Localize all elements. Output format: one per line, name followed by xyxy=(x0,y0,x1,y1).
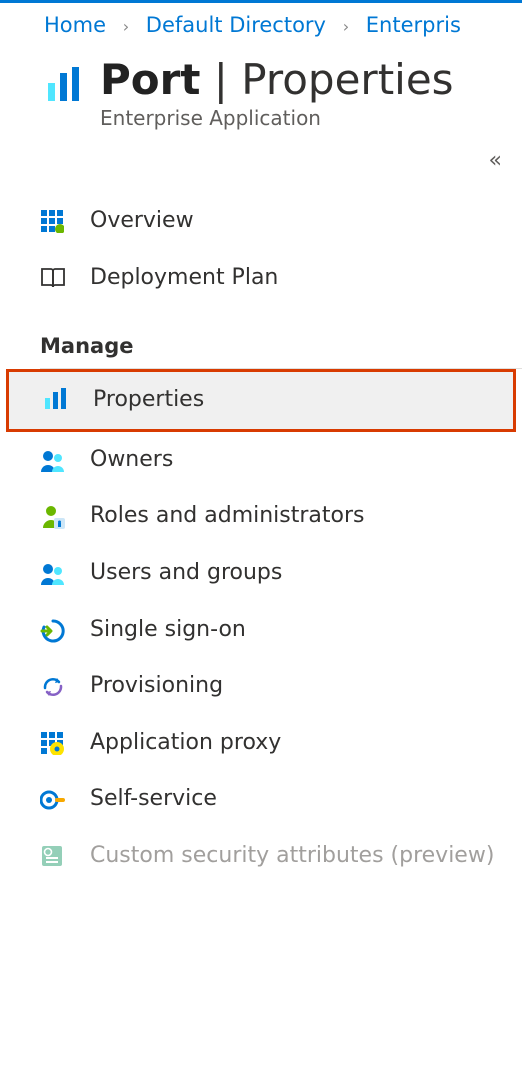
self-service-icon xyxy=(40,785,76,813)
nav-label: Custom security attributes (preview) xyxy=(76,842,494,871)
nav-label: Roles and administrators xyxy=(76,502,365,531)
breadcrumb-separator: › xyxy=(333,17,359,36)
nav-custom-security-attributes: Custom security attributes (preview) xyxy=(0,828,522,885)
nav-single-sign-on[interactable]: Single sign-on xyxy=(0,602,522,659)
nav-application-proxy[interactable]: Application proxy xyxy=(0,715,522,772)
breadcrumb-directory[interactable]: Default Directory xyxy=(146,13,326,37)
nav-roles[interactable]: Roles and administrators xyxy=(0,488,522,545)
breadcrumb: Home › Default Directory › Enterpris xyxy=(0,3,522,49)
nav-properties[interactable]: Properties xyxy=(6,369,516,432)
nav-self-service[interactable]: Self-service xyxy=(0,771,522,828)
owners-icon xyxy=(40,446,76,474)
sso-icon xyxy=(40,616,76,644)
nav-users-groups[interactable]: Users and groups xyxy=(0,545,522,602)
nav-label: Single sign-on xyxy=(76,616,246,645)
provisioning-icon xyxy=(40,672,76,700)
collapse-sidebar-button[interactable]: « xyxy=(0,130,522,173)
nav-label: Overview xyxy=(76,207,194,236)
nav-label: Deployment Plan xyxy=(76,264,278,293)
breadcrumb-separator: › xyxy=(113,17,139,36)
app-icon xyxy=(44,55,100,105)
section-manage-header: Manage xyxy=(0,306,522,368)
proxy-icon xyxy=(40,729,76,755)
properties-icon xyxy=(43,386,79,412)
nav-label: Owners xyxy=(76,446,173,475)
nav-provisioning[interactable]: Provisioning xyxy=(0,658,522,715)
nav-owners[interactable]: Owners xyxy=(0,432,522,489)
page-header: Port | Properties Enterprise Application xyxy=(0,49,522,130)
nav-label: Users and groups xyxy=(76,559,282,588)
page-title: Port | Properties xyxy=(100,55,454,104)
breadcrumb-home[interactable]: Home xyxy=(44,13,106,37)
users-groups-icon xyxy=(40,559,76,587)
nav-label: Provisioning xyxy=(76,672,223,701)
nav-label: Self-service xyxy=(76,785,217,814)
sidebar-nav: Overview Deployment Plan Manage Properti… xyxy=(0,173,522,885)
page-subtitle: Enterprise Application xyxy=(100,106,454,130)
nav-overview[interactable]: Overview xyxy=(0,193,522,250)
attributes-icon xyxy=(40,842,76,868)
breadcrumb-enterprise[interactable]: Enterpris xyxy=(366,13,461,37)
book-icon xyxy=(40,264,76,292)
nav-deployment-plan[interactable]: Deployment Plan xyxy=(0,250,522,307)
overview-icon xyxy=(40,207,76,233)
roles-icon xyxy=(40,502,76,530)
nav-label: Application proxy xyxy=(76,729,281,758)
nav-label: Properties xyxy=(79,386,204,415)
